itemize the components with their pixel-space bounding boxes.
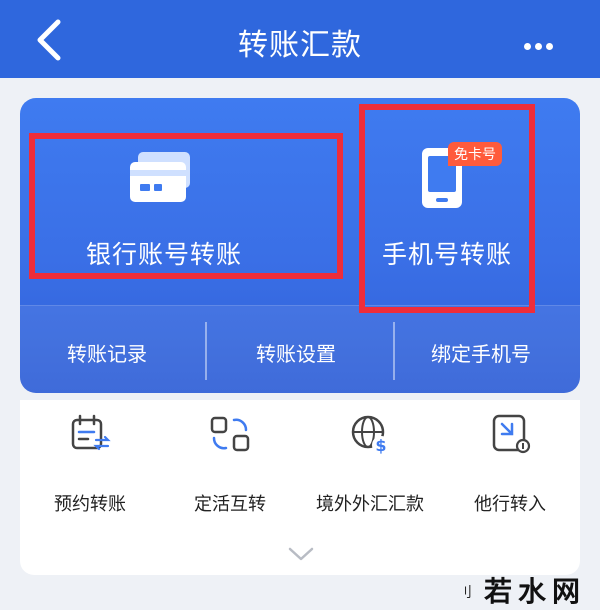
watermark-text: 若水网 bbox=[483, 575, 586, 608]
scheduled-transfer-button[interactable]: 预约转账 bbox=[20, 412, 160, 527]
bank-card-icon bbox=[130, 152, 190, 202]
phone-transfer-label: 手机号转账 bbox=[382, 240, 513, 269]
shortcuts-panel: 预约转账 定活互转 $ 境外外汇汇款 他行转入 bbox=[20, 400, 580, 575]
bank-transfer-label: 银行账号转账 bbox=[86, 240, 243, 269]
transfer-records-link[interactable]: 转账记录 bbox=[67, 338, 147, 367]
globe-dollar-icon: $ bbox=[351, 415, 390, 455]
swap-blocks-icon bbox=[210, 416, 250, 452]
card-links: 转账记录 转账设置 绑定手机号 bbox=[20, 308, 580, 393]
other-bank-transfer-in-label: 他行转入 bbox=[474, 494, 546, 515]
svg-text:$: $ bbox=[375, 436, 386, 455]
more-options-button[interactable] bbox=[524, 35, 560, 50]
transfer-card: 银行账号转账 免卡号 手机号转账 转账记录 转账设置 绑定手机号 bbox=[20, 98, 580, 393]
page-title: 转账汇款 bbox=[238, 28, 362, 63]
bank-account-transfer-button[interactable]: 银行账号转账 bbox=[20, 98, 340, 306]
other-bank-transfer-in-button[interactable]: 他行转入 bbox=[440, 412, 580, 527]
bind-phone-link[interactable]: 绑定手机号 bbox=[431, 338, 531, 367]
phone-transfer-button[interactable]: 免卡号 手机号转账 bbox=[360, 98, 580, 306]
scheduled-transfer-label: 预约转账 bbox=[54, 494, 126, 515]
divider bbox=[205, 322, 207, 380]
dot-icon bbox=[535, 43, 542, 50]
overseas-remittance-button[interactable]: $ 境外外汇汇款 bbox=[300, 412, 440, 527]
fixed-demand-swap-label: 定活互转 bbox=[194, 494, 266, 515]
dot-icon bbox=[524, 43, 531, 50]
chevron-down-icon[interactable] bbox=[286, 546, 316, 562]
transfer-settings-link[interactable]: 转账设置 bbox=[256, 338, 336, 367]
fixed-demand-swap-button[interactable]: 定活互转 bbox=[160, 412, 300, 527]
divider bbox=[393, 322, 395, 380]
overseas-remittance-label: 境外外汇汇款 bbox=[316, 494, 424, 515]
app-header: 转账汇款 bbox=[0, 0, 600, 78]
incoming-transfer-icon bbox=[492, 414, 531, 454]
calendar-transfer-icon bbox=[71, 414, 111, 451]
no-card-badge: 免卡号 bbox=[448, 142, 502, 166]
dot-icon bbox=[546, 43, 553, 50]
watermark-mark: 刂 bbox=[458, 585, 472, 601]
